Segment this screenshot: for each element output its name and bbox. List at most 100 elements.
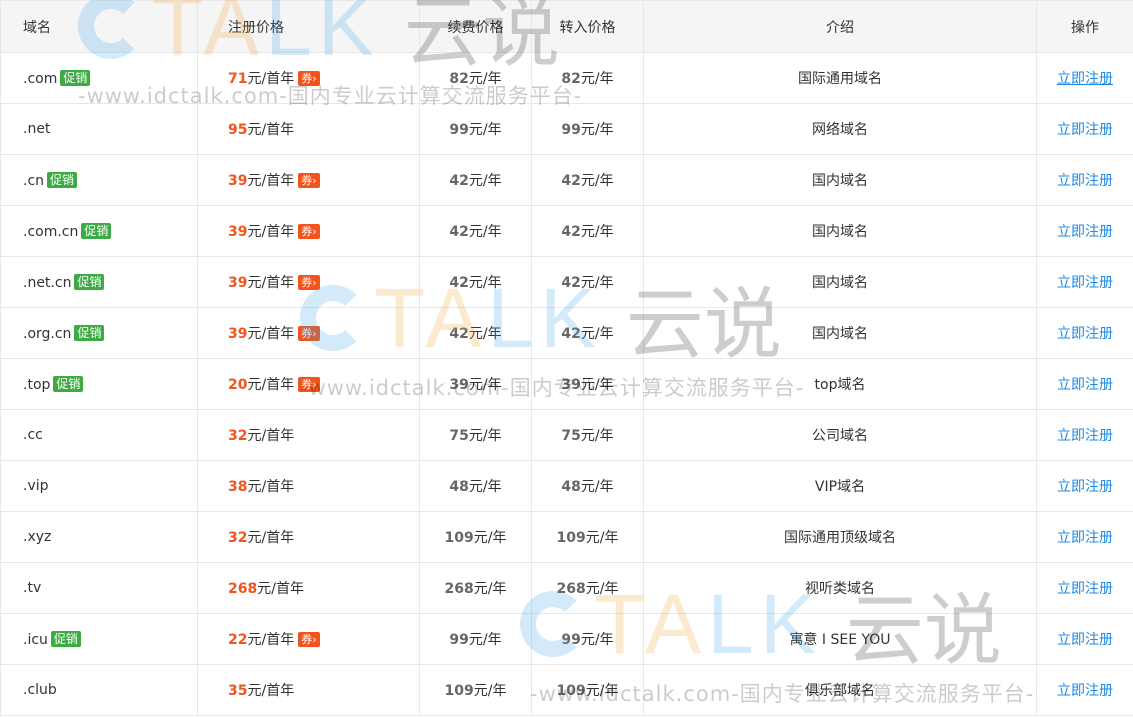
renew-price: 42	[449, 224, 469, 240]
register-price-unit: 元/首年	[247, 173, 295, 189]
register-price: 39	[228, 173, 248, 189]
intro-cell: 国际通用顶级域名	[643, 511, 1037, 563]
register-price: 22	[228, 632, 248, 648]
register-price: 35	[228, 683, 248, 699]
intro-cell: VIP域名	[643, 460, 1037, 512]
table-row: .net.cn 促销 39元/首年 券› 42元/年 42元/年 国内域名 立即注册	[0, 256, 1133, 308]
transfer-price-unit: 元/年	[580, 173, 614, 189]
register-price-unit: 元/首年	[247, 479, 295, 495]
register-now-link[interactable]: 立即注册	[1057, 632, 1113, 648]
renew-price-cell: 109元/年	[419, 664, 532, 716]
watermark-line-top: -www.idctalk.com-国内专业云计算交流服务平台-	[78, 84, 583, 108]
coupon-badge[interactable]: 券›	[298, 224, 320, 239]
action-cell: 立即注册	[1036, 307, 1133, 359]
domain-suffix: .org.cn	[23, 325, 72, 342]
register-now-link[interactable]: 立即注册	[1057, 581, 1113, 597]
promo-badge: 促销	[50, 630, 81, 647]
action-cell: 立即注册	[1036, 664, 1133, 716]
register-now-link[interactable]: 立即注册	[1057, 326, 1113, 342]
renew-price-unit: 元/年	[473, 683, 507, 699]
renew-price-cell: 42元/年	[419, 256, 532, 308]
register-price: 268	[228, 581, 258, 597]
table-row: .icu 促销 22元/首年 券› 99元/年 99元/年 寓意 I SEE YOU 立即注册	[0, 613, 1133, 665]
register-price-cell: 35元/首年	[197, 664, 420, 716]
renew-price-cell: 99元/年	[419, 613, 532, 665]
domain-suffix: .net	[23, 121, 51, 137]
coupon-badge[interactable]: 券›	[298, 326, 320, 341]
coupon-badge[interactable]: 券›	[298, 632, 320, 647]
transfer-price-unit: 元/年	[585, 581, 619, 597]
domain-suffix: .com	[23, 70, 58, 87]
register-now-link[interactable]: 立即注册	[1057, 377, 1113, 393]
coupon-badge[interactable]: 券›	[298, 173, 320, 188]
watermark-line-middle: -www.idctalk.com-国内专业云计算交流服务平台-	[300, 376, 805, 400]
renew-price-cell: 42元/年	[419, 154, 532, 206]
promo-badge: 促销	[47, 171, 78, 188]
register-price-unit: 元/首年	[247, 683, 295, 699]
transfer-price-cell: 99元/年	[531, 613, 644, 665]
register-now-link[interactable]: 立即注册	[1057, 122, 1113, 138]
promo-badge: 促销	[74, 324, 105, 341]
register-price-unit: 元/首年	[247, 377, 295, 393]
renew-price: 99	[449, 122, 469, 138]
register-now-link[interactable]: 立即注册	[1057, 224, 1113, 240]
table-row: .cc 32元/首年 75元/年 75元/年 公司域名 立即注册	[0, 409, 1133, 461]
domain-suffix: .net.cn	[23, 274, 72, 291]
register-price: 38	[228, 479, 248, 495]
renew-price: 99	[449, 632, 469, 648]
coupon-badge[interactable]: 券›	[298, 275, 320, 290]
renew-price-unit: 元/年	[468, 428, 502, 444]
intro-cell: 视听类域名	[643, 562, 1037, 614]
renew-price-unit: 元/年	[468, 173, 502, 189]
register-price-cell: 268元/首年	[197, 562, 420, 614]
header-register-price: 注册价格	[197, 0, 420, 53]
renew-price-cell: 42元/年	[419, 307, 532, 359]
domain-cell: .cn 促销	[0, 154, 198, 206]
header-action: 操作	[1036, 0, 1133, 53]
register-price-cell: 38元/首年	[197, 460, 420, 512]
table-row: .com.cn 促销 39元/首年 券› 42元/年 42元/年 国内域名 立即注册	[0, 205, 1133, 257]
register-now-link[interactable]: 立即注册	[1057, 530, 1113, 546]
renew-price-unit: 元/年	[468, 479, 502, 495]
register-now-link[interactable]: 立即注册	[1057, 683, 1113, 699]
transfer-price: 42	[561, 224, 581, 240]
renew-price-unit: 元/年	[468, 326, 502, 342]
transfer-price-unit: 元/年	[580, 71, 614, 87]
register-now-link[interactable]: 立即注册	[1057, 275, 1113, 291]
domain-suffix: .tv	[23, 580, 42, 596]
promo-badge: 促销	[81, 222, 112, 239]
promo-badge: 促销	[74, 273, 105, 290]
domain-suffix: .cc	[23, 427, 43, 443]
table-row: .xyz 32元/首年 109元/年 109元/年 国际通用顶级域名 立即注册	[0, 511, 1133, 563]
transfer-price-cell: 268元/年	[531, 562, 644, 614]
renew-price-cell: 75元/年	[419, 409, 532, 461]
register-now-link[interactable]: 立即注册	[1057, 479, 1113, 495]
transfer-price-cell: 75元/年	[531, 409, 644, 461]
register-price: 39	[228, 224, 248, 240]
register-price: 39	[228, 326, 248, 342]
register-price-cell: 95元/首年	[197, 103, 420, 155]
renew-price: 48	[449, 479, 469, 495]
transfer-price-cell: 42元/年	[531, 256, 644, 308]
renew-price: 268	[444, 581, 474, 597]
header-transfer-price: 转入价格	[531, 0, 644, 53]
renew-price-cell: 48元/年	[419, 460, 532, 512]
header-renew-price: 续费价格	[419, 0, 532, 53]
promo-badge: 促销	[53, 375, 84, 392]
domain-cell: .top 促销	[0, 358, 198, 410]
register-price-cell: 32元/首年	[197, 409, 420, 461]
domain-cell: .com.cn 促销	[0, 205, 198, 257]
register-now-link[interactable]: 立即注册	[1057, 428, 1113, 444]
register-now-link[interactable]: 立即注册	[1057, 71, 1113, 87]
renew-price-cell: 268元/年	[419, 562, 532, 614]
intro-cell: 国内域名	[643, 256, 1037, 308]
action-cell: 立即注册	[1036, 154, 1133, 206]
register-price-cell: 39元/首年 券›	[197, 307, 420, 359]
transfer-price: 42	[561, 326, 581, 342]
register-now-link[interactable]: 立即注册	[1057, 173, 1113, 189]
domain-suffix: .vip	[23, 478, 49, 494]
renew-price-unit: 元/年	[473, 530, 507, 546]
domain-cell: .net.cn 促销	[0, 256, 198, 308]
domain-cell: .club	[0, 664, 198, 716]
header-intro: 介绍	[643, 0, 1037, 53]
